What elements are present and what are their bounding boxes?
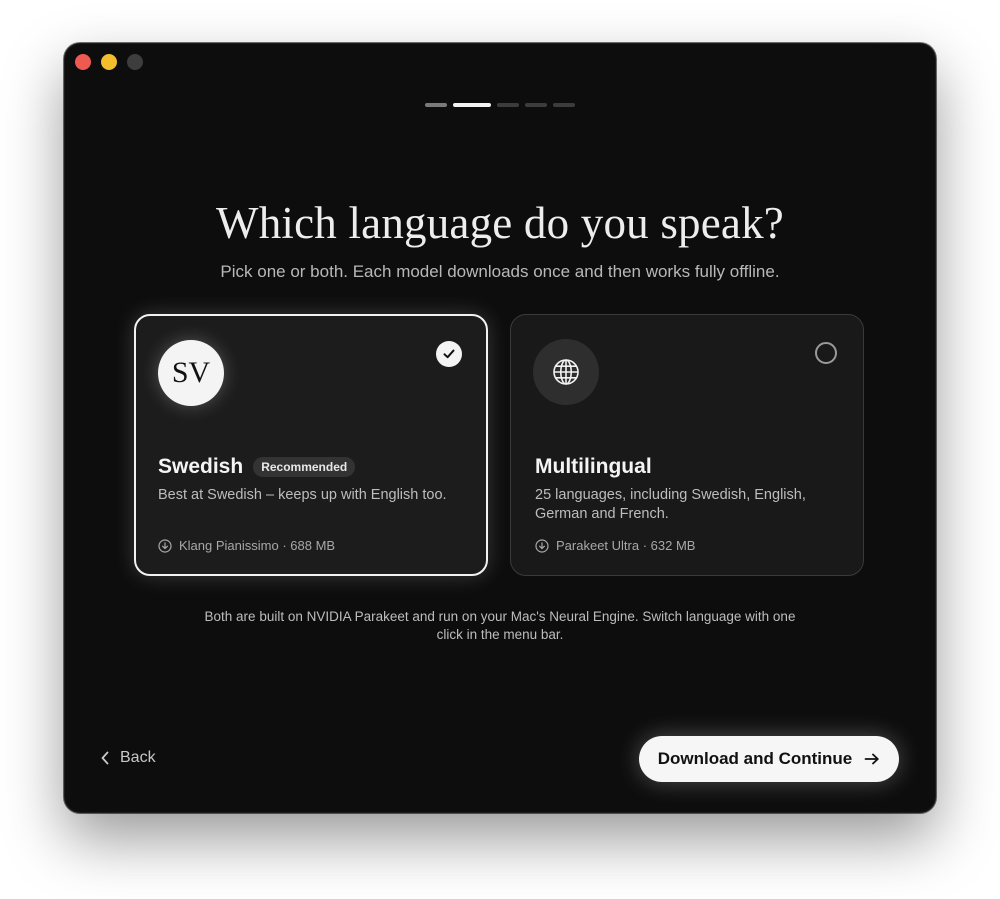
- globe-icon: [533, 339, 599, 405]
- card-description: Best at Swedish – keeps up with English …: [158, 487, 447, 503]
- progress-step-5: [553, 103, 575, 107]
- onboarding-window: Which language do you speak? Pick one or…: [64, 43, 936, 813]
- zoom-window-button[interactable]: [127, 54, 143, 70]
- model-info: Parakeet Ultra · 632 MB: [535, 538, 695, 553]
- download-icon: [158, 538, 172, 553]
- checkmark-icon[interactable]: [436, 341, 462, 367]
- download-icon: [535, 538, 549, 553]
- window-controls: [75, 54, 143, 70]
- card-title: Multilingual: [535, 455, 652, 478]
- card-description: 25 languages, including Swedish, English…: [535, 487, 806, 522]
- page-title: Which language do you speak?: [216, 198, 784, 248]
- back-button[interactable]: Back: [100, 749, 156, 767]
- step-progress-indicator: [425, 103, 575, 107]
- arrow-right-icon: [864, 753, 879, 765]
- card-title: Swedish: [158, 455, 244, 478]
- model-name-size: Parakeet Ultra · 632 MB: [556, 538, 696, 553]
- radio-button[interactable]: [815, 342, 837, 364]
- model-info: Klang Pianissimo · 688 MB: [158, 538, 335, 553]
- recommended-badge: Recommended: [253, 457, 356, 477]
- progress-step-4: [525, 103, 547, 107]
- card-title-row: Multilingual: [535, 455, 652, 479]
- progress-step-1: [425, 103, 447, 107]
- page-subtitle: Pick one or both. Each model downloads o…: [220, 262, 780, 281]
- download-and-continue-button[interactable]: Download and Continue: [639, 736, 899, 782]
- footnote: Both are built on NVIDIA Parakeet and ru…: [204, 609, 796, 642]
- card-title-row: Swedish Recommended: [158, 455, 356, 479]
- primary-button-label: Download and Continue: [657, 749, 853, 768]
- chevron-left-icon: [101, 751, 109, 765]
- close-window-button[interactable]: [75, 54, 91, 70]
- language-option-swedish[interactable]: SV Swedish Recommended Best at Swedish –…: [134, 314, 488, 576]
- swedish-avatar: SV: [158, 340, 224, 406]
- back-label: Back: [120, 749, 156, 766]
- minimize-window-button[interactable]: [101, 54, 117, 70]
- model-name-size: Klang Pianissimo · 688 MB: [179, 538, 336, 553]
- progress-step-3: [497, 103, 519, 107]
- language-option-multilingual[interactable]: Multilingual 25 languages, including Swe…: [510, 314, 864, 576]
- progress-step-2: [453, 103, 491, 107]
